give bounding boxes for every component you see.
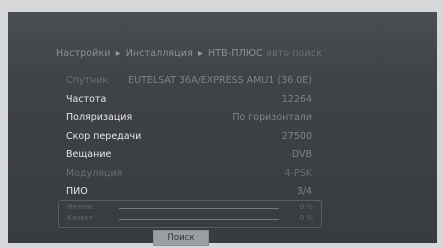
breadcrumb-ntv-plus[interactable]: НТВ-ПЛЮС [208,48,263,59]
signal-strength-value: 0 % [299,203,313,211]
pid-value: 3/4 [296,186,312,197]
signal-strength-meter: Интенс 0 % [67,203,313,213]
signal-strength-bar [119,208,279,209]
modulation-value: 4-PSK [284,168,312,179]
breadcrumb-separator-icon: ▸ [198,48,203,59]
signal-quality-value: 0 % [299,214,313,222]
search-button[interactable]: Поиск [153,230,209,246]
frequency-label: Частота [66,94,107,105]
breadcrumb-settings[interactable]: Настройки [56,48,111,59]
broadcast-row[interactable]: Вещание DVB [66,147,312,165]
settings-screen: Настройки ▸ Инсталляция ▸ НТВ-ПЛЮС авто … [8,12,437,246]
frequency-row[interactable]: Частота 12264 [66,92,312,110]
frequency-value: 12264 [281,94,312,105]
satellite-value: EUTELSAT 36A/EXPRESS AMU1 (36.0E) [128,75,312,86]
signal-strength-label: Интенс [67,203,94,211]
signal-quality-bar [119,219,279,220]
signal-quality-meter: Качест 0 % [67,214,313,224]
breadcrumb: Настройки ▸ Инсталляция ▸ НТВ-ПЛЮС авто … [56,48,416,59]
symbol-rate-label: Скор передачи [66,131,142,142]
modulation-label: Модуляция [66,168,123,179]
signal-meter-panel: Интенс 0 % Качест 0 % [58,200,322,228]
breadcrumb-auto-search: авто поиск [266,48,322,59]
breadcrumb-separator-icon: ▸ [115,48,121,59]
signal-quality-label: Качест [67,214,93,222]
pid-label: ПИО [66,186,88,197]
breadcrumb-installation[interactable]: Инсталляция [126,48,193,59]
symbol-rate-row[interactable]: Скор передачи 27500 [66,129,312,147]
polarization-label: Поляризация [66,112,133,123]
satellite-label: Спутник [66,75,109,86]
broadcast-value: DVB [291,149,312,160]
symbol-rate-value: 27500 [281,131,312,142]
broadcast-label: Вещание [66,149,112,160]
polarization-value: По горизонтали [232,112,312,123]
modulation-row: Модуляция 4-PSK [66,166,312,184]
polarization-row[interactable]: Поляризация По горизонтали [66,110,312,128]
satellite-row: Спутник EUTELSAT 36A/EXPRESS AMU1 (36.0E… [66,73,312,91]
